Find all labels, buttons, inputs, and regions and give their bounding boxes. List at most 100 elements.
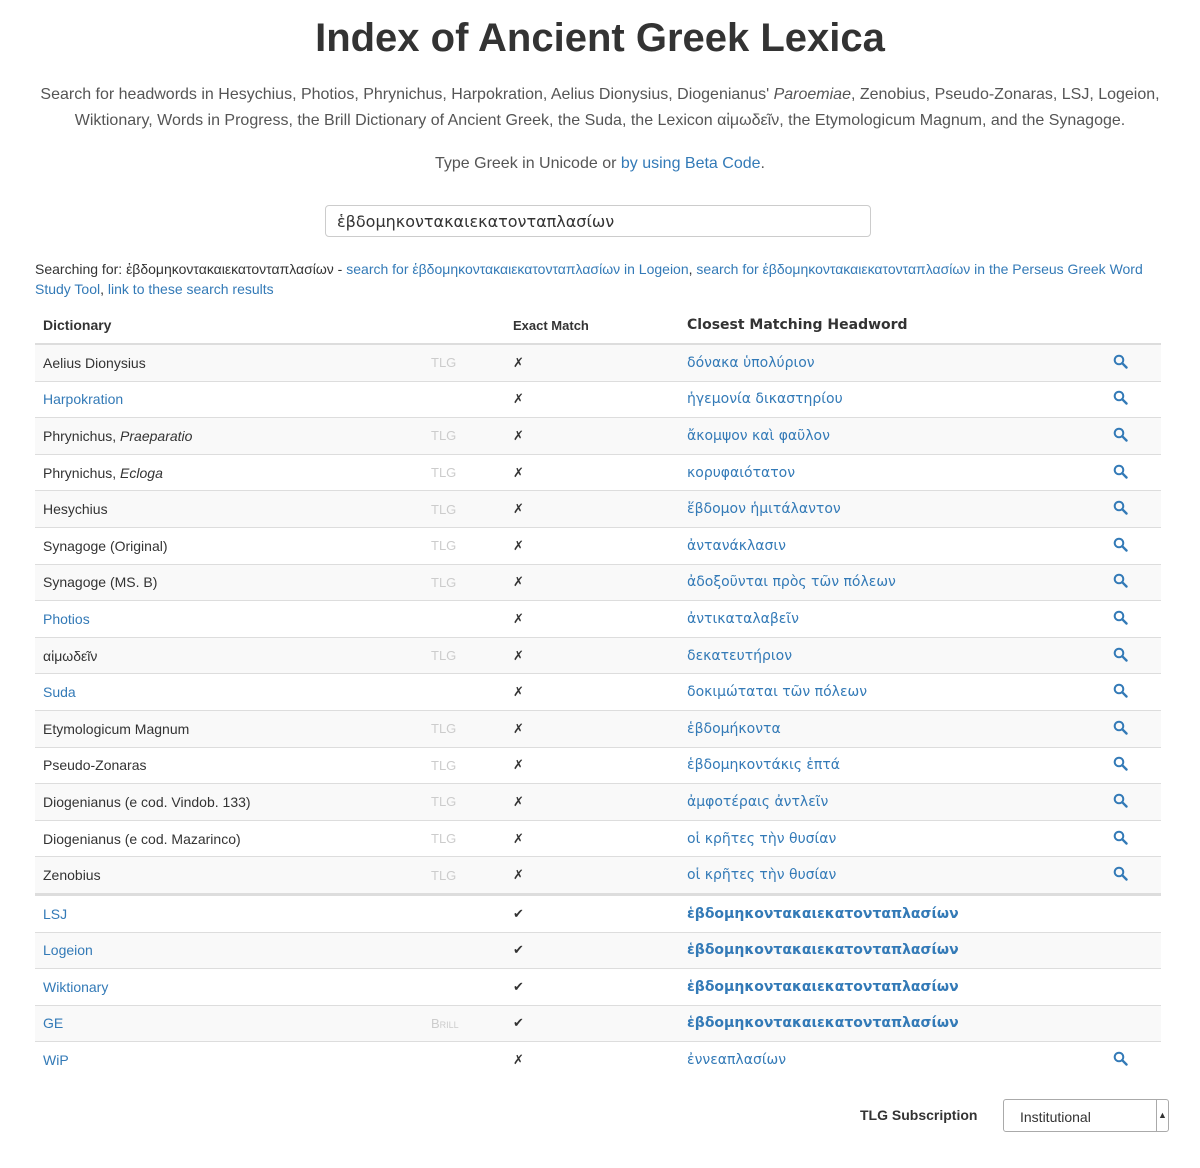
row-action-cell <box>1105 636 1161 674</box>
closest-headword-cell: ἄκομψον καὶ φαῦλον <box>679 417 1105 455</box>
permalink-link[interactable]: link to these search results <box>108 281 274 297</box>
search-icon[interactable] <box>1113 573 1128 589</box>
closest-headword-link[interactable]: ἕβδομον ἡμιτάλαντον <box>687 501 841 517</box>
table-header-row: Dictionary Exact Match Closest Matching … <box>35 307 1161 345</box>
search-icon[interactable] <box>1113 793 1128 808</box>
dictionary-name: Aelius Dionysius <box>43 354 146 371</box>
dictionary-name: Phrynichus, <box>43 464 121 481</box>
dictionary-cell: Suda <box>35 673 423 711</box>
table-row: Synagoge (MS. B) TLG ✗ ἀδοξοῦνται πρὸς τῶν … <box>35 563 1161 601</box>
row-action-cell <box>1105 490 1161 528</box>
exact-match-cross-icon: ✗ <box>505 526 679 565</box>
closest-headword-link[interactable]: ἑβδομηκοντακαιεκατονταπλασίων <box>687 906 959 922</box>
search-icon[interactable] <box>1113 647 1128 662</box>
table-row: Zenobius TLG ✗ οἱ κρῆτες τὴν θυσίαν <box>35 856 1161 895</box>
closest-headword-link[interactable]: δεκατευτήριον <box>687 648 792 664</box>
description-text: Search for headwords in Hesychius, Photi… <box>40 86 774 103</box>
closest-headword-cell: ἑβδομηκοντάκις ἑπτά <box>679 746 1105 784</box>
search-icon[interactable] <box>1113 683 1128 698</box>
dictionary-name[interactable]: WiP <box>43 1052 69 1068</box>
closest-headword-link[interactable]: ἀντικαταλαβεῖν <box>687 611 799 627</box>
dictionary-name[interactable]: GE <box>43 1015 63 1031</box>
closest-headword-link[interactable]: κορυφαιότατον <box>687 465 795 481</box>
table-row: Diogenianus (e cod. Vindob. 133) TLG ✗ ἀμφο… <box>35 783 1161 821</box>
beta-code-link[interactable]: by using Beta Code <box>621 155 761 172</box>
closest-headword-link[interactable]: ἑβδομηκοντακαιεκατονταπλασίων <box>687 1015 959 1031</box>
row-action-cell <box>1105 709 1161 748</box>
closest-headword-link[interactable]: ἀμφοτέραις ἀντλεῖν <box>687 794 828 810</box>
exact-match-cross-icon: ✗ <box>505 563 679 601</box>
exact-match-cross-icon: ✗ <box>505 783 679 821</box>
dropdown-arrow-icon: ▲ <box>1156 1100 1168 1131</box>
source-label: TLG <box>423 417 505 455</box>
closest-headword-link[interactable]: ἀδοξοῦνται πρὸς τῶν πόλεων <box>687 574 896 590</box>
closest-headword-link[interactable]: ἑβδομηκοντακαιεκατονταπλασίων <box>687 979 959 995</box>
closest-headword-cell: κορυφαιότατον <box>679 453 1105 491</box>
closest-headword-link[interactable]: ἀντανάκλασιν <box>687 538 786 554</box>
closest-headword-link[interactable]: ἡγεμονία δικαστηρίου <box>687 391 843 407</box>
logeion-search-link[interactable]: search for ἑβδομηκοντακαιεκατονταπλασίων… <box>346 261 688 277</box>
search-icon[interactable] <box>1113 427 1128 442</box>
dictionary-name[interactable]: Photios <box>43 611 90 627</box>
exact-match-cross-icon: ✗ <box>505 709 679 748</box>
header-dictionary: Dictionary <box>35 307 423 345</box>
source-label <box>423 600 505 638</box>
dictionary-name: αἱμωδεῖν <box>43 647 98 664</box>
closest-headword-link[interactable]: δόνακα ὑπολύριον <box>687 355 815 371</box>
page-title: Index of Ancient Greek Lexica <box>315 16 885 60</box>
dictionary-cell: Wiktionary <box>35 968 423 1006</box>
source-label: TLG <box>423 709 505 748</box>
closest-headword-link[interactable]: ἑβδομηκοντακαιεκατονταπλασίων <box>687 942 959 958</box>
row-action-cell <box>1105 526 1161 565</box>
search-icon[interactable] <box>1113 537 1128 552</box>
closest-headword-link[interactable]: δοκιμώταται τῶν πόλεων <box>687 684 867 700</box>
source-label: TLG <box>423 343 505 382</box>
search-icon[interactable] <box>1113 610 1128 625</box>
dictionary-cell: Hesychius <box>35 490 423 528</box>
row-action-cell <box>1105 931 1161 969</box>
exact-match-cross-icon: ✗ <box>505 673 679 711</box>
dictionary-name[interactable]: Wiktionary <box>43 979 108 995</box>
dictionary-name[interactable]: Suda <box>43 684 76 700</box>
closest-headword-link[interactable]: ἐννεαπλασίων <box>687 1052 786 1068</box>
dictionary-name[interactable]: LSJ <box>43 906 67 922</box>
table-row: Phrynichus, Ecloga TLG ✗ κορυφαιότατον <box>35 453 1161 491</box>
exact-match-check-icon: ✔ <box>505 968 679 1006</box>
search-icon[interactable] <box>1113 756 1128 772</box>
dictionary-work-title: Ecloga <box>120 464 163 481</box>
closest-headword-cell: ἕβδομον ἡμιτάλαντον <box>679 490 1105 528</box>
row-action-cell <box>1105 819 1161 857</box>
dictionary-name[interactable]: Harpokration <box>43 391 123 407</box>
dictionary-cell: Photios <box>35 600 423 638</box>
search-icon[interactable] <box>1113 720 1128 735</box>
search-icon[interactable] <box>1113 866 1128 881</box>
search-icon[interactable] <box>1113 1051 1128 1066</box>
closest-headword-cell: δεκατευτήριον <box>679 636 1105 674</box>
search-input[interactable] <box>325 205 871 237</box>
search-status: Searching for: ἑβδομηκοντακαιεκατονταπλα… <box>35 259 1165 299</box>
closest-headword-link[interactable]: ἄκομψον καὶ φαῦλον <box>687 428 830 444</box>
dictionary-name[interactable]: Logeion <box>43 942 93 958</box>
source-label: TLG <box>423 746 505 784</box>
dictionary-cell: Logeion <box>35 931 423 969</box>
exact-match-cross-icon: ✗ <box>505 819 679 857</box>
closest-headword-link[interactable]: οἱ κρῆτες τὴν θυσίαν <box>687 831 836 847</box>
dictionary-cell: WiP <box>35 1041 423 1078</box>
closest-headword-cell: ἑβδομηκοντακαιεκατονταπλασίων <box>679 968 1105 1006</box>
dictionary-cell: GE <box>35 1004 423 1042</box>
search-icon[interactable] <box>1113 830 1128 845</box>
source-label <box>423 968 505 1006</box>
tlg-subscription-select[interactable]: Institutional ▲ <box>1003 1099 1169 1132</box>
header-exact-match: Exact Match <box>505 307 679 345</box>
row-action-cell <box>1105 968 1161 1006</box>
closest-headword-link[interactable]: οἱ κρῆτες τὴν θυσίαν <box>687 867 836 883</box>
closest-headword-cell: ἑβδομήκοντα <box>679 709 1105 748</box>
search-icon[interactable] <box>1113 464 1128 479</box>
closest-headword-link[interactable]: ἑβδομηκοντάκις ἑπτά <box>687 757 840 773</box>
closest-headword-link[interactable]: ἑβδομήκοντα <box>687 721 781 737</box>
search-icon[interactable] <box>1113 390 1128 406</box>
search-icon[interactable] <box>1113 500 1128 515</box>
search-icon[interactable] <box>1113 354 1128 369</box>
dictionary-cell: Aelius Dionysius <box>35 343 423 382</box>
row-action-cell <box>1105 673 1161 711</box>
